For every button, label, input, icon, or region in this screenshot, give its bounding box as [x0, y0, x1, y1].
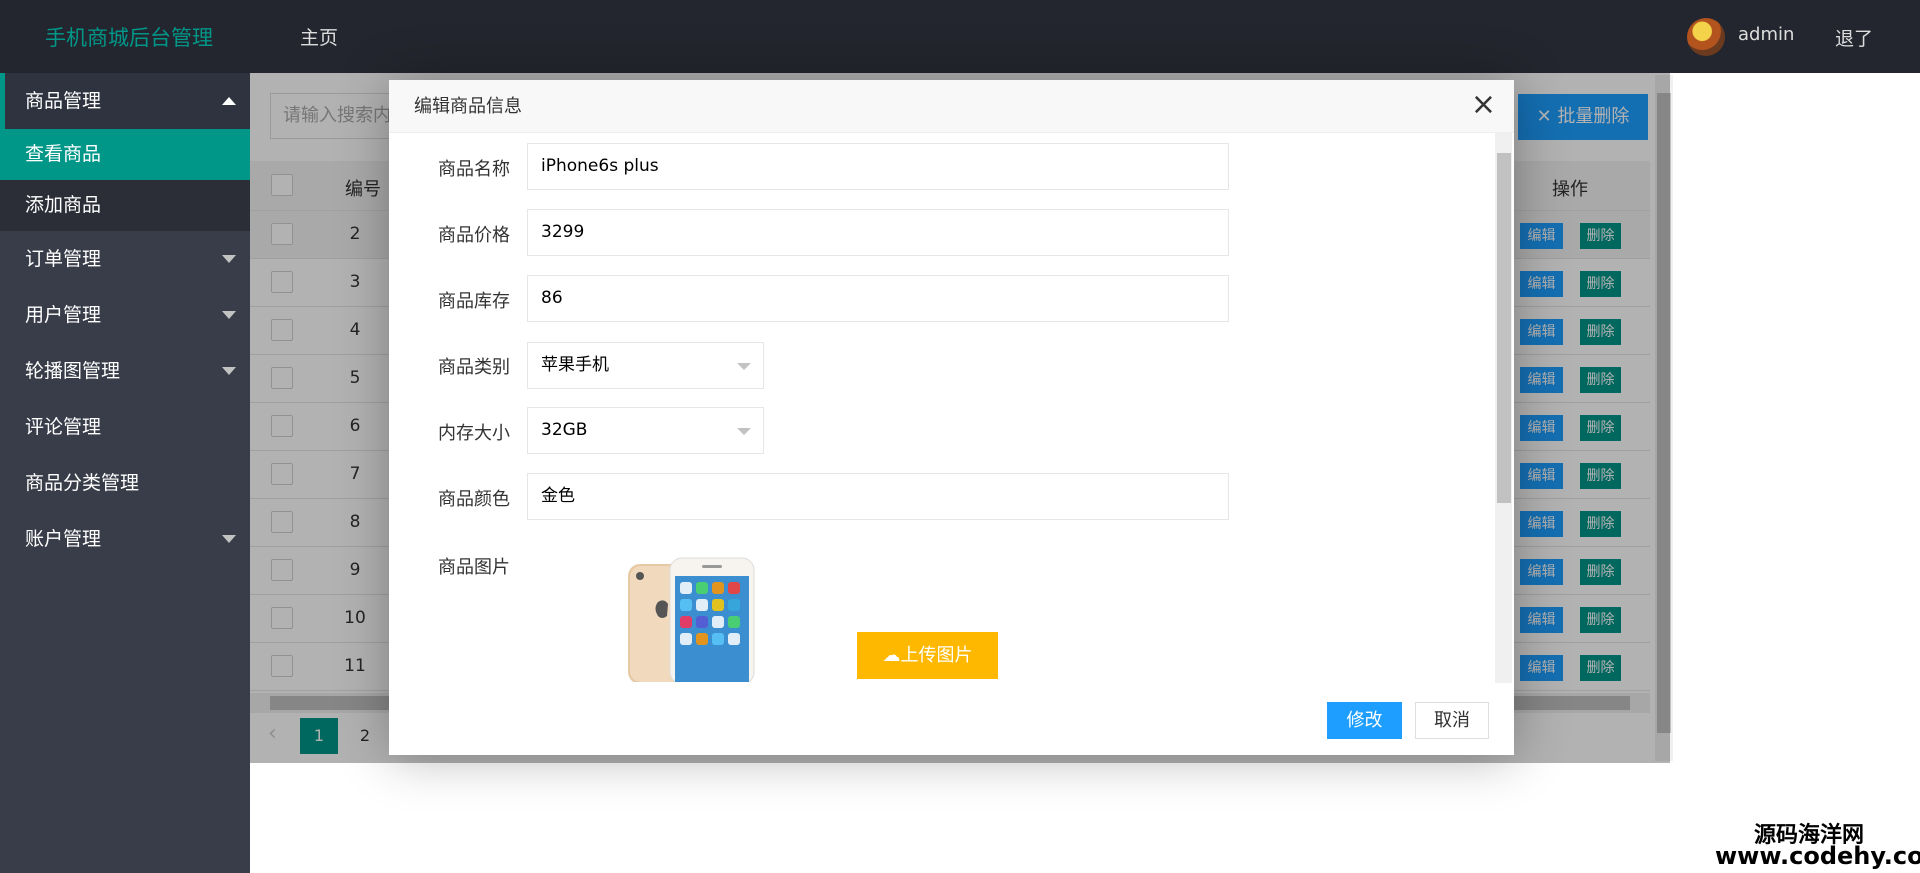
sidebar-item-label: 轮播图管理 [25, 360, 121, 382]
sidebar-item-users[interactable]: 用户管理 [0, 287, 250, 343]
sidebar-item-orders[interactable]: 订单管理 [0, 231, 250, 287]
sidebar-item-comments[interactable]: 评论管理 [0, 399, 250, 455]
sidebar-item-label: 商品管理 [25, 90, 102, 112]
sidebar-item-label: 用户管理 [25, 304, 102, 326]
sidebar-item-categories[interactable]: 商品分类管理 [0, 455, 250, 511]
color-label: 商品颜色 [438, 489, 510, 510]
scroll-thumb[interactable] [1497, 153, 1511, 503]
close-icon[interactable]: × [1471, 90, 1496, 120]
chevron-down-icon [737, 363, 751, 370]
sidebar-subitem-view-products[interactable]: 查看商品 [0, 129, 250, 180]
sidebar-item-label: 账户管理 [25, 528, 102, 550]
chevron-down-icon [222, 535, 236, 543]
modify-button[interactable]: 修改 [1327, 702, 1402, 739]
dialog-body: 商品名称 iPhone6s plus 商品价格 3299 商品库存 86 商品类… [389, 133, 1514, 683]
sidebar-item-label: 评论管理 [25, 416, 102, 438]
nav-home-link[interactable]: 主页 [300, 23, 338, 50]
dialog-scrollbar[interactable] [1495, 133, 1512, 683]
memory-select[interactable]: 32GB [527, 407, 764, 454]
sidebar-item-product-mgmt[interactable]: 商品管理 [0, 73, 250, 129]
stock-field[interactable]: 86 [527, 275, 1229, 322]
memory-label: 内存大小 [438, 423, 510, 444]
cancel-button[interactable]: 取消 [1415, 702, 1489, 739]
dialog-title: 编辑商品信息 [389, 80, 1514, 133]
sidebar-item-label: 商品分类管理 [25, 472, 140, 494]
sidebar-item-accounts[interactable]: 账户管理 [0, 511, 250, 567]
sidebar: 商品管理 查看商品 添加商品 订单管理 用户管理 轮播图管理 评论管理 商品分类… [0, 73, 250, 873]
upload-image-button[interactable]: ☁上传图片 [857, 632, 998, 679]
chevron-down-icon [737, 428, 751, 435]
stock-label: 商品库存 [438, 291, 510, 312]
price-label: 商品价格 [438, 225, 510, 246]
image-label: 商品图片 [438, 557, 510, 578]
edit-product-dialog: 编辑商品信息 × 商品名称 iPhone6s plus 商品价格 3299 商品… [389, 80, 1514, 755]
avatar[interactable] [1687, 18, 1725, 56]
category-label: 商品类别 [438, 357, 510, 378]
chevron-down-icon [222, 367, 236, 375]
name-field[interactable]: iPhone6s plus [527, 143, 1229, 190]
category-value: 苹果手机 [541, 355, 609, 375]
sidebar-item-carousel[interactable]: 轮播图管理 [0, 343, 250, 399]
chevron-down-icon [222, 255, 236, 263]
product-image [628, 557, 755, 682]
price-field[interactable]: 3299 [527, 209, 1229, 256]
category-select[interactable]: 苹果手机 [527, 342, 764, 389]
app-logo[interactable]: 手机商城后台管理 [45, 22, 213, 52]
watermark-url: www.codehy.com [1715, 842, 1920, 870]
chevron-down-icon [222, 311, 236, 319]
chevron-up-icon [222, 97, 236, 105]
memory-value: 32GB [541, 420, 588, 440]
top-header: 手机商城后台管理 主页 admin 退了 [0, 0, 1920, 73]
upload-label: 上传图片 [900, 645, 973, 666]
logout-link[interactable]: 退了 [1835, 24, 1873, 51]
sidebar-item-label: 订单管理 [25, 248, 102, 270]
sidebar-subitem-add-product[interactable]: 添加商品 [0, 180, 250, 231]
name-label: 商品名称 [438, 159, 510, 180]
color-field[interactable]: 金色 [527, 473, 1229, 520]
username[interactable]: admin [1738, 24, 1794, 45]
